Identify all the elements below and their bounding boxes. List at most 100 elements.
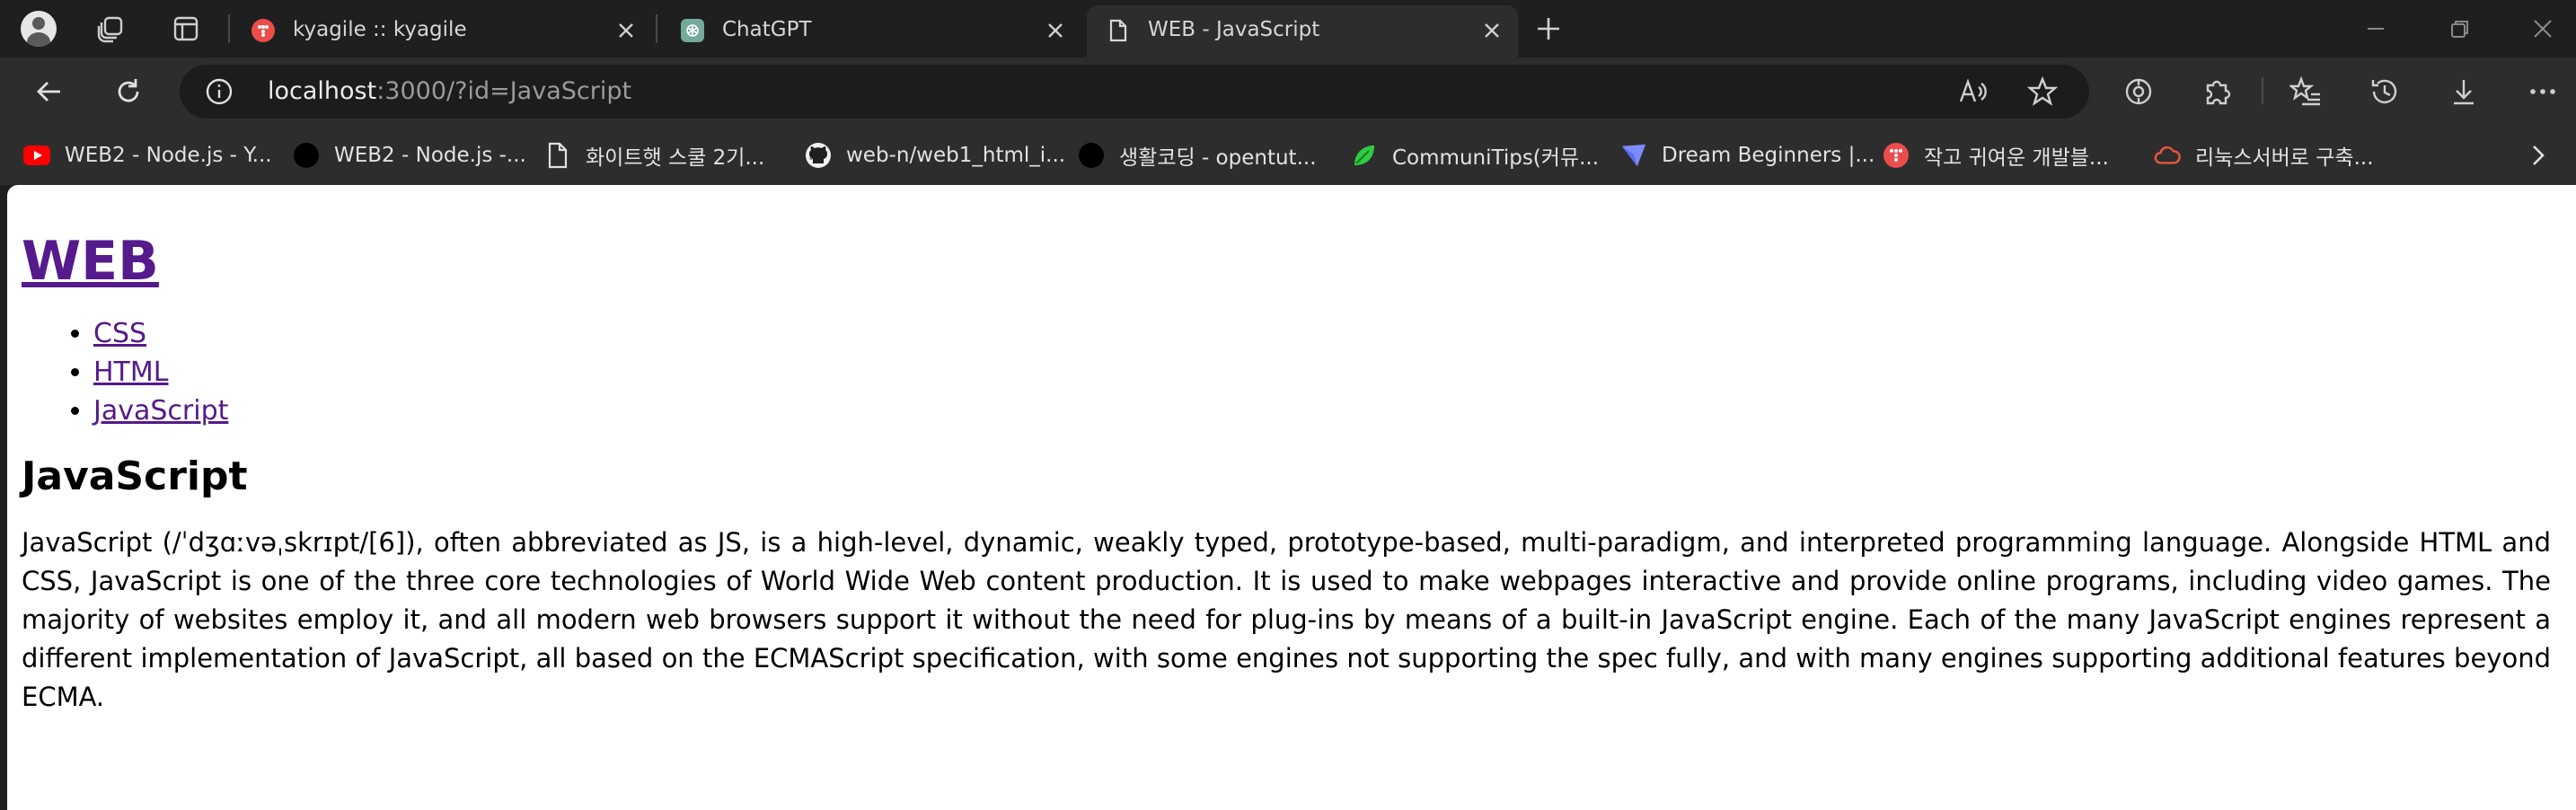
dream-icon [1620,142,1647,169]
bookmark-label: web-n/web1_html_i... [846,144,1066,167]
history-button[interactable] [2364,72,2405,111]
bookmark-label: 화이트햇 스쿨 2기... [586,146,765,170]
favorites-list-icon [2289,76,2320,106]
favorites-button[interactable] [2285,72,2326,111]
bookmarks-bar: WEB2 - Node.js - Y... WEB2 - Node.js -..… [0,126,2576,185]
bookmark-item[interactable]: Dream Beginners |... [1620,138,1875,172]
opentutorials-icon [1078,142,1105,169]
tistory-icon [1883,142,1910,169]
bookmark-label: WEB2 - Node.js -... [334,144,526,167]
tab-actions-button[interactable] [165,11,207,47]
minimize-icon [2368,28,2384,30]
settings-menu-button[interactable] [2522,72,2563,111]
favorite-star-button[interactable] [2026,75,2059,108]
document-icon [544,142,571,169]
tab-close-button[interactable] [614,19,638,42]
vertical-tabs-icon [173,16,198,41]
close-icon [2534,20,2552,38]
tab-web-javascript[interactable]: WEB - JavaScript [1087,5,1518,57]
bookmark-label: Dream Beginners |... [1662,144,1875,167]
tab-title: WEB - JavaScript [1148,18,1320,41]
url-host: localhost [268,77,377,105]
downloads-button[interactable] [2443,72,2484,111]
info-icon[interactable] [205,77,234,106]
page-icon [1107,19,1130,42]
list-item: CSS [93,314,2554,353]
toolbar-separator [2262,77,2263,104]
read-aloud-icon [1959,78,1987,102]
restore-button[interactable] [2439,11,2481,47]
nav-link-html[interactable]: HTML [93,357,168,388]
workspaces-icon [97,16,123,43]
site-title-link[interactable]: WEB [22,230,159,293]
nav-link-javascript[interactable]: JavaScript [93,395,228,427]
refresh-button[interactable] [108,72,149,111]
tab-separator [656,14,657,43]
bookmark-item[interactable]: WEB2 - Node.js - Y... [23,138,272,172]
site-title: WEB [22,230,2554,293]
copilot-button[interactable] [2118,72,2159,111]
chevron-right-icon [2533,145,2545,165]
bookmark-label: 작고 귀여운 개발블... [1924,146,2109,170]
tab-close-button[interactable] [1044,19,1067,42]
tistory-icon [251,19,275,42]
profile-avatar-icon [21,11,57,47]
web-page: WEB CSS HTML JavaScript JavaScript JavaS… [22,230,2554,717]
extensions-button[interactable] [2197,72,2238,111]
navigation-bar: localhost:3000/?id=JavaScript [0,57,2576,126]
chatgpt-icon [681,19,704,42]
bookmark-item[interactable]: web-n/web1_html_i... [805,138,1065,172]
more-horizontal-icon [2530,89,2555,94]
refresh-icon [118,79,139,102]
url-path: :3000/?id=JavaScript [376,77,632,105]
bookmarks-overflow-button[interactable] [2522,140,2553,171]
star-icon [2027,76,2058,106]
topic-list: CSS HTML JavaScript [22,314,2554,430]
back-button[interactable] [29,72,70,111]
youtube-icon [23,142,50,169]
bookmark-item[interactable]: WEB2 - Node.js -... [293,138,526,172]
address-bar[interactable]: localhost:3000/?id=JavaScript [180,65,2089,119]
new-tab-button[interactable] [1531,13,1566,45]
tab-kyagile[interactable]: kyagile :: kyagile [232,5,652,54]
profile-button[interactable] [18,11,59,47]
bookmark-item[interactable]: CommuniTips(커뮤... [1351,138,1599,172]
bookmark-item[interactable]: 화이트햇 스쿨 2기... [544,138,764,172]
tab-close-button[interactable] [1480,19,1504,42]
github-icon [805,142,832,169]
list-item: JavaScript [93,392,2554,430]
opentutorials-icon [293,142,320,169]
download-icon [2454,80,2474,105]
bookmark-item[interactable]: 작고 귀여운 개발블... [1883,138,2109,172]
tab-title: ChatGPT [722,18,812,41]
web-page-viewport: WEB CSS HTML JavaScript JavaScript JavaS… [7,185,2576,810]
bookmark-label: 생활코딩 - opentut... [1119,146,1317,170]
cloud-icon [2154,142,2181,169]
minimize-button[interactable] [2355,11,2396,47]
plus-icon [1538,18,1559,40]
restore-icon [2451,21,2468,38]
list-item: HTML [93,353,2554,392]
article-body: JavaScript (/ˈdʒɑːvəˌskrɪpt/[6]), often … [22,527,2551,712]
puzzle-icon [2206,80,2231,105]
arrow-left-icon [37,82,60,101]
read-aloud-button[interactable] [1956,75,1989,108]
bookmark-item[interactable]: 생활코딩 - opentut... [1078,138,1317,172]
workspaces-button[interactable] [90,11,131,47]
bookmark-label: 리눅스서버로 구축... [2195,146,2374,170]
copilot-icon [2125,78,2152,105]
close-icon [1485,23,1499,38]
bookmark-item[interactable]: 리눅스서버로 구축... [2154,138,2374,172]
history-icon [2371,79,2397,104]
leaf-icon [1351,142,1378,169]
bookmark-label: WEB2 - Node.js - Y... [65,144,272,167]
tab-separator [228,14,230,43]
tab-title: kyagile :: kyagile [293,18,467,41]
url-text[interactable]: localhost:3000/?id=JavaScript [268,77,631,105]
tab-chatgpt[interactable]: ChatGPT [661,5,1081,54]
bookmark-label: CommuniTips(커뮤... [1392,146,1600,170]
close-window-button[interactable] [2522,11,2563,47]
close-icon [1048,23,1063,38]
nav-link-css[interactable]: CSS [93,318,146,349]
page-heading: JavaScript [22,453,248,499]
